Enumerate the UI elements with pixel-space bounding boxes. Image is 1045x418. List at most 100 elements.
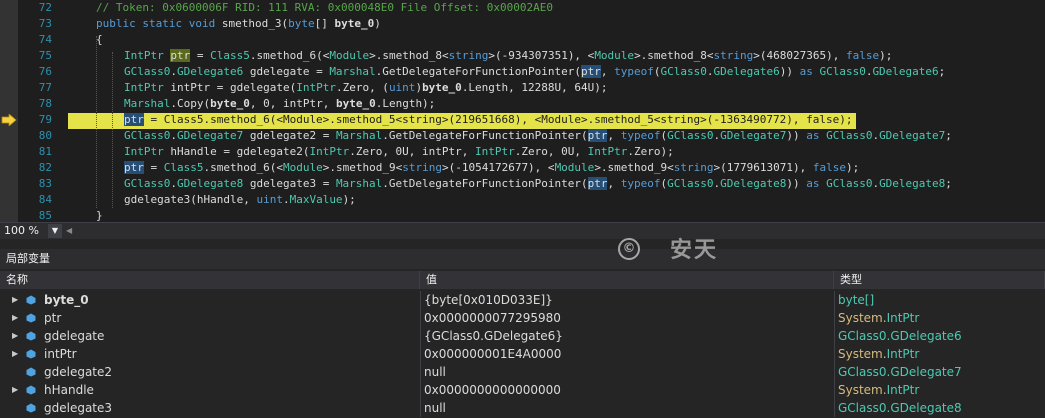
code-token: ; [938,65,946,78]
variable-value[interactable]: null [424,363,832,381]
column-header-type[interactable]: 类型 [834,271,1045,289]
expand-arrow-icon[interactable]: ▶ [12,313,22,323]
variable-icon [26,349,36,359]
code-line[interactable]: IntPtr intPtr = gdelegate(IntPtr.Zero, (… [124,80,608,96]
code-token: GClass0 [667,129,714,142]
code-token: , [607,177,621,190]
code-token: . [170,177,177,190]
code-token: >(468027365), [753,49,847,62]
code-token: >.smethod_8< [369,49,449,62]
column-divider [420,309,421,327]
locals-row[interactable]: ▶ intPtr 0x000000001E4A0000 System.IntPtr [0,345,1045,363]
variable-value[interactable]: {GClass0.GDelegate6} [424,327,832,345]
code-line[interactable]: GClass0.GDelegate7 gdelegate2 = Marshal.… [124,128,952,144]
code-line[interactable]: { [96,32,103,48]
code-token: ); [342,193,356,206]
expand-arrow-icon[interactable]: ▶ [12,385,22,395]
line-number: 85 [38,209,52,222]
column-divider [420,399,421,417]
code-token: byte [288,17,315,30]
code-token: ptr [580,65,601,78]
locals-row[interactable]: ▶ byte_0 {byte[0x010D033E]} byte[] [0,291,1045,309]
column-header-name[interactable]: 名称 [0,271,420,289]
code-token: . [282,193,290,206]
variable-value[interactable]: 0x000000001E4A0000 [424,345,832,363]
locals-row[interactable]: gdelegate3 null GClass0.GDelegate8 [0,399,1045,417]
column-header-value[interactable]: 值 [420,271,834,289]
code-token: GDelegate8 [176,177,244,190]
line-number: 77 [38,81,52,94]
code-token: Marshal [124,97,171,110]
line-number: 72 [38,1,52,14]
code-line[interactable]: gdelegate3(hHandle, uint.MaxValue); [124,192,356,208]
code-token: Module [554,161,595,174]
code-token: IntPtr [124,81,164,94]
column-divider [834,327,835,345]
code-token: .Zero, 0U, intPtr, [349,145,476,158]
variable-type: GClass0.GDelegate8 [838,399,1043,417]
code-token: gdelegate = [243,65,330,78]
chevron-down-icon[interactable]: ▼ [48,224,62,238]
code-line[interactable]: } [96,208,103,222]
code-line[interactable]: public static void smethod_3(byte[] byte… [96,16,381,32]
type-prefix: GClass0.GDelegate8 [838,401,962,415]
breakpoint-margin[interactable] [0,0,18,222]
code-line-current[interactable]: ptr = Class5.smethod_6(<Module>.smethod_… [124,112,853,128]
code-token: >.smethod_9< [322,161,403,174]
code-token: = [143,161,164,174]
variable-icon [26,403,36,413]
code-line[interactable]: GClass0.GDelegate6 gdelegate = Marshal.G… [124,64,945,80]
code-token: , [600,65,615,78]
variable-icon [26,331,36,341]
code-token: Marshal [329,65,376,78]
variable-name: intPtr [44,347,77,361]
code-line[interactable]: IntPtr hHandle = gdelegate2(IntPtr.Zero,… [124,144,674,160]
locals-row[interactable]: gdelegate2 null GClass0.GDelegate7 [0,363,1045,381]
code-token: string [673,161,714,174]
code-token: ptr [124,113,144,126]
column-divider [834,309,835,327]
code-line[interactable]: IntPtr ptr = Class5.smethod_6(<Module>.s… [124,48,892,64]
expand-arrow-icon[interactable]: ▶ [12,331,22,341]
code-token: , 0, intPtr, [249,97,336,110]
code-token: .Zero, ( [335,81,389,94]
variable-name: gdelegate2 [44,365,113,379]
locals-row[interactable]: ▶ ptr 0x0000000077295980 System.IntPtr [0,309,1045,327]
code-token: )) [786,129,807,142]
variable-value[interactable]: {byte[0x010D033E]} [424,291,832,309]
code-line[interactable]: GClass0.GDelegate8 gdelegate3 = Marshal.… [124,176,952,192]
code-token: GDelegate8 [720,177,787,190]
code-token: GClass0 [667,177,714,190]
variable-value[interactable]: null [424,399,832,417]
code-token: )) [779,65,800,78]
variable-value[interactable]: 0x0000000000000000 [424,381,832,399]
expand-arrow-icon[interactable]: ▶ [12,349,22,359]
code-token: intPtr = gdelegate( [163,81,297,94]
code-line[interactable]: Marshal.Copy(byte_0, 0, intPtr, byte_0.L… [124,96,435,112]
code-token: gdelegate2 = [243,129,336,142]
code-area[interactable]: // Token: 0x0600006F RID: 111 RVA: 0x000… [68,0,1043,222]
column-divider [834,363,835,381]
locals-row[interactable]: ▶ gdelegate {GClass0.GDelegate6} GClass0.GD… [0,327,1045,345]
code-token: byte_0 [335,97,376,110]
code-token: .smethod_6(< [203,161,283,174]
variable-type: System.IntPtr [838,309,1043,327]
expand-arrow-icon[interactable]: ▶ [12,295,22,305]
code-token: .Copy( [170,97,211,110]
code-line[interactable]: ptr = Class5.smethod_6(<Module>.smethod_… [124,160,859,176]
locals-row[interactable]: ▶ hHandle 0x0000000000000000 System.IntPtr [0,381,1045,399]
column-divider [420,327,421,345]
scroll-left-icon[interactable]: ◀ [66,227,74,235]
arrow-right-icon [1,114,17,126]
code-token: smethod_3( [215,17,289,30]
code-token: byte_0 [334,17,375,30]
code-line[interactable]: // Token: 0x0600006F RID: 111 RVA: 0x000… [96,0,553,16]
code-token: .Length); [375,97,436,110]
code-token: ); [846,161,860,174]
code-editor[interactable]: 72 73 74 75 76 77 78 79 80 81 82 83 84 85 // Token: 0… [0,0,1045,222]
code-token: GClass0 [826,129,873,142]
variable-value[interactable]: 0x0000000077295980 [424,309,832,327]
code-token: uint [256,193,283,206]
indent-guide [96,36,97,208]
zoom-level[interactable]: 100 % [4,223,39,239]
